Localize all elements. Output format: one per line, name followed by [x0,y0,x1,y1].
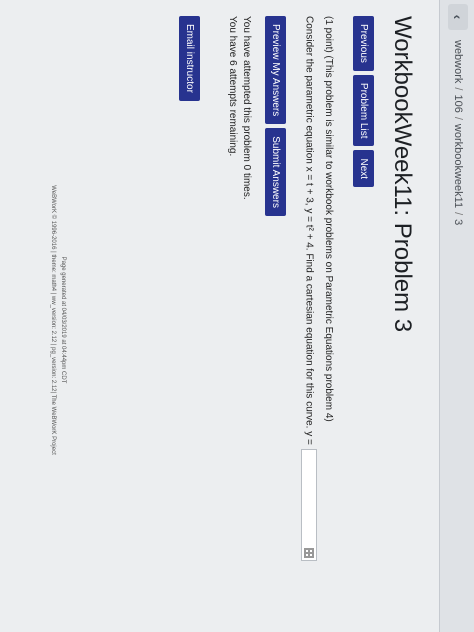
breadcrumb-item-webwork[interactable]: webwork [452,40,464,83]
email-instructor-wrapper: Email instructor [179,16,200,105]
breadcrumb-separator: / [452,116,464,120]
problem-question-text: Consider the parametric equation x = t +… [303,16,315,445]
problem-list-button[interactable]: Problem List [353,74,374,147]
breadcrumb-item-set[interactable]: workbookweek11 [452,124,464,208]
previous-button[interactable]: Previous [353,16,374,71]
attempted-count-text: You have attempted this problem 0 times. [241,16,252,200]
remaining-attempts-text: You have 6 attempts remaining. [227,16,238,157]
answer-actions: Preview My Answers Submit Answers [265,16,286,220]
breadcrumb-separator: / [452,87,464,91]
next-button[interactable]: Next [353,150,374,188]
breadcrumb: webwork / 106 / workbookweek11 / 3 [452,40,464,225]
page-footer: Page generated at 04/03/2019 at 04:44pm … [48,110,68,530]
email-instructor-button[interactable]: Email instructor [179,16,200,101]
top-bar: ‹ webwork / 106 / workbookweek11 / 3 [439,0,474,632]
chevron-left-icon: ‹ [450,14,466,20]
breadcrumb-separator: / [452,212,464,216]
page-title: WorkbookWeek11: Problem 3 [389,16,416,333]
attempt-status: You have attempted this problem 0 times.… [224,16,252,200]
answer-input[interactable] [301,448,317,561]
breadcrumb-item-problem: 3 [452,219,464,226]
problem-body: (1 point) (This problem is similar to wo… [295,16,334,616]
problem-question: Consider the parametric equation x = t +… [301,16,317,616]
page-generated-text: Page generated at 04/03/2019 at 04:44pm … [60,256,66,384]
breadcrumb-item-course[interactable]: 106 [452,94,464,112]
submit-answers-button[interactable]: Submit Answers [265,128,286,216]
problem-intro: (1 point) (This problem is similar to wo… [323,16,334,422]
preview-answers-button[interactable]: Preview My Answers [265,16,286,125]
problem-nav: Previous Problem List Next [353,16,374,191]
webwork-page: ‹ webwork / 106 / workbookweek11 / 3 WorkbookW… [0,0,474,632]
back-button[interactable]: ‹ [448,4,468,30]
equation-editor-icon[interactable] [304,547,314,558]
copyright-text: WeBWorK © 1996-2016 | theme: math4 | ww_… [50,185,56,455]
